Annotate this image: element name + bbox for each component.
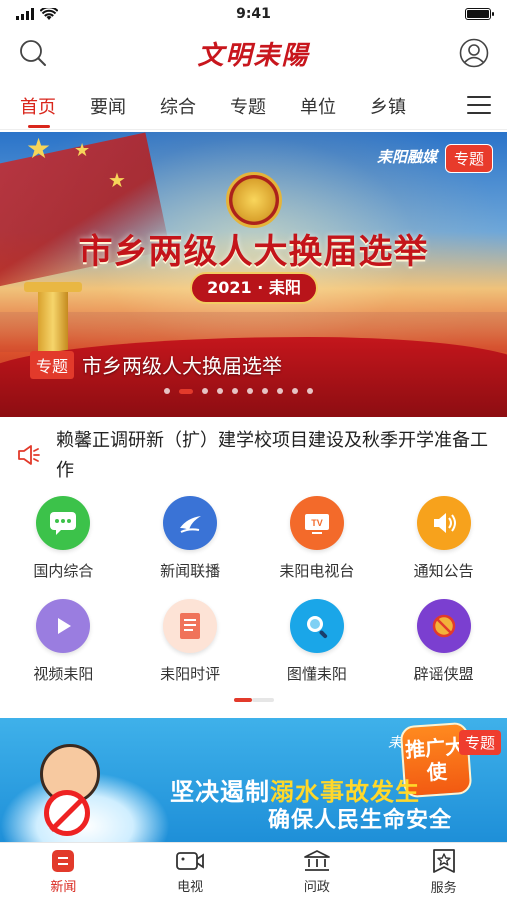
star-icon: ★ — [108, 168, 126, 192]
news-icon — [52, 849, 75, 872]
star-icon: ★ — [26, 132, 52, 165]
promo-headline-prefix: 坚决遏制 — [170, 778, 270, 806]
banner-carousel[interactable]: ★ ★ ★ 市乡两级人大换届选举 2021 · 耒阳 耒阳融媒 专题 专题 市乡… — [0, 132, 507, 417]
banner-year-label: 2021 · 耒阳 — [190, 272, 318, 304]
promo-subline: 确保人民生命安全 — [268, 808, 453, 833]
banner-corner-tag: 专题 — [444, 144, 493, 173]
shortcut-label: 耒阳电视台 — [279, 562, 355, 580]
carousel-dot-active[interactable] — [179, 388, 193, 394]
tab-headlines[interactable]: 要闻 — [90, 82, 126, 130]
shortcut-label: 视频耒阳 — [33, 665, 94, 683]
rumor-icon — [416, 599, 471, 653]
nav-inquiry[interactable]: 问政 — [254, 843, 381, 900]
search-button[interactable] — [18, 38, 48, 68]
shortcut-label: 国内综合 — [33, 562, 94, 580]
profile-button[interactable] — [459, 38, 489, 68]
shortcut-label: 新闻联播 — [160, 562, 221, 580]
shortcut-label: 耒阳时评 — [160, 665, 221, 683]
nav-services[interactable]: 服务 — [380, 843, 507, 900]
status-time: 9:41 — [236, 6, 271, 22]
announcement-icon — [18, 445, 40, 465]
notice-text: 赖馨正调研新（扩）建学校项目建设及秋季开学准备工作 — [56, 430, 488, 481]
no-swimming-icon — [44, 790, 90, 836]
banner-caption[interactable]: 专题 市乡两级人大换届选举 — [30, 350, 282, 379]
carousel-dot[interactable] — [247, 388, 253, 394]
carousel-dot[interactable] — [262, 388, 268, 394]
shortcut-video[interactable]: 视频耒阳 — [0, 599, 127, 684]
nav-news[interactable]: 新闻 — [0, 843, 127, 900]
carousel-dot[interactable] — [292, 388, 298, 394]
carousel-dot[interactable] — [277, 388, 283, 394]
menu-icon[interactable] — [467, 94, 491, 116]
shortcut-tv-station[interactable]: TV 耒阳电视台 — [254, 496, 381, 581]
chat-icon — [36, 496, 91, 550]
grid-page-indicator — [234, 698, 274, 702]
shortcut-grid: 国内综合 新闻联播 TV 耒阳电视台 通知公告 视频耒阳 耒阳时评 图懂耒阳 辟… — [0, 496, 507, 684]
play-icon — [36, 599, 91, 653]
nav-label: 新闻 — [50, 879, 77, 895]
document-icon — [163, 599, 218, 653]
shortcut-label: 辟谣侠盟 — [413, 665, 474, 683]
tab-general[interactable]: 综合 — [160, 82, 196, 130]
video-camera-icon — [176, 851, 205, 870]
shortcut-rumor-busting[interactable]: 辟谣侠盟 — [380, 599, 507, 684]
caption-tag: 专题 — [30, 350, 75, 379]
carousel-dot[interactable] — [217, 388, 223, 394]
category-tabs: 首页 要闻 综合 专题 单位 乡镇 — [0, 82, 507, 130]
banner-brand: 耒阳融媒 — [376, 148, 437, 166]
bottom-nav: 新闻 电视 问政 服务 — [0, 842, 507, 900]
tab-topics[interactable]: 专题 — [230, 82, 266, 130]
shortcut-news-broadcast[interactable]: 新闻联播 — [127, 496, 254, 581]
carousel-dot[interactable] — [307, 388, 313, 394]
star-box-icon — [432, 848, 455, 873]
swoosh-icon — [163, 496, 218, 550]
page-indicator-active — [234, 698, 252, 702]
tv-icon: TV — [289, 496, 344, 550]
carousel-dot[interactable] — [164, 388, 170, 394]
government-icon — [303, 849, 330, 871]
nav-label: 问政 — [303, 879, 330, 895]
magnifier-icon — [289, 599, 344, 653]
promo-banner[interactable]: 耒 推广大使 专题 坚决遏制溺水事故发生 确保人民生命安全 — [0, 718, 507, 842]
shortcut-label: 通知公告 — [413, 562, 474, 580]
caption-title: 市乡两级人大换届选举 — [82, 354, 283, 378]
shortcut-commentary[interactable]: 耒阳时评 — [127, 599, 254, 684]
svg-text:TV: TV — [311, 518, 323, 528]
national-emblem-icon — [226, 172, 282, 228]
carousel-dot[interactable] — [202, 388, 208, 394]
carousel-dots — [164, 388, 313, 394]
search-icon — [20, 40, 46, 66]
banner-headline: 市乡两级人大换届选举 — [78, 232, 429, 272]
app-header: 文明耒陽 — [0, 28, 507, 78]
tab-units[interactable]: 单位 — [300, 82, 336, 130]
user-icon — [459, 38, 489, 68]
battery-icon — [465, 8, 494, 20]
shortcut-announcements[interactable]: 通知公告 — [380, 496, 507, 581]
shortcut-infographics[interactable]: 图懂耒阳 — [254, 599, 381, 684]
page-indicator — [252, 698, 274, 702]
nav-label: 电视 — [177, 879, 204, 895]
speaker-icon — [416, 496, 471, 550]
carousel-dot[interactable] — [232, 388, 238, 394]
tab-towns[interactable]: 乡镇 — [370, 82, 406, 130]
nav-label: 服务 — [430, 880, 457, 896]
notice-bar[interactable]: 赖馨正调研新（扩）建学校项目建设及秋季开学准备工作 — [0, 420, 507, 482]
app-logo: 文明耒陽 — [197, 40, 310, 71]
star-icon: ★ — [74, 140, 91, 161]
shortcut-domestic[interactable]: 国内综合 — [0, 496, 127, 581]
nav-tv[interactable]: 电视 — [127, 843, 254, 900]
tab-home[interactable]: 首页 — [20, 82, 56, 130]
shortcut-label: 图懂耒阳 — [286, 665, 347, 683]
promo-topic-tag: 专题 — [458, 730, 501, 755]
status-bar: 9:41 — [0, 0, 507, 28]
